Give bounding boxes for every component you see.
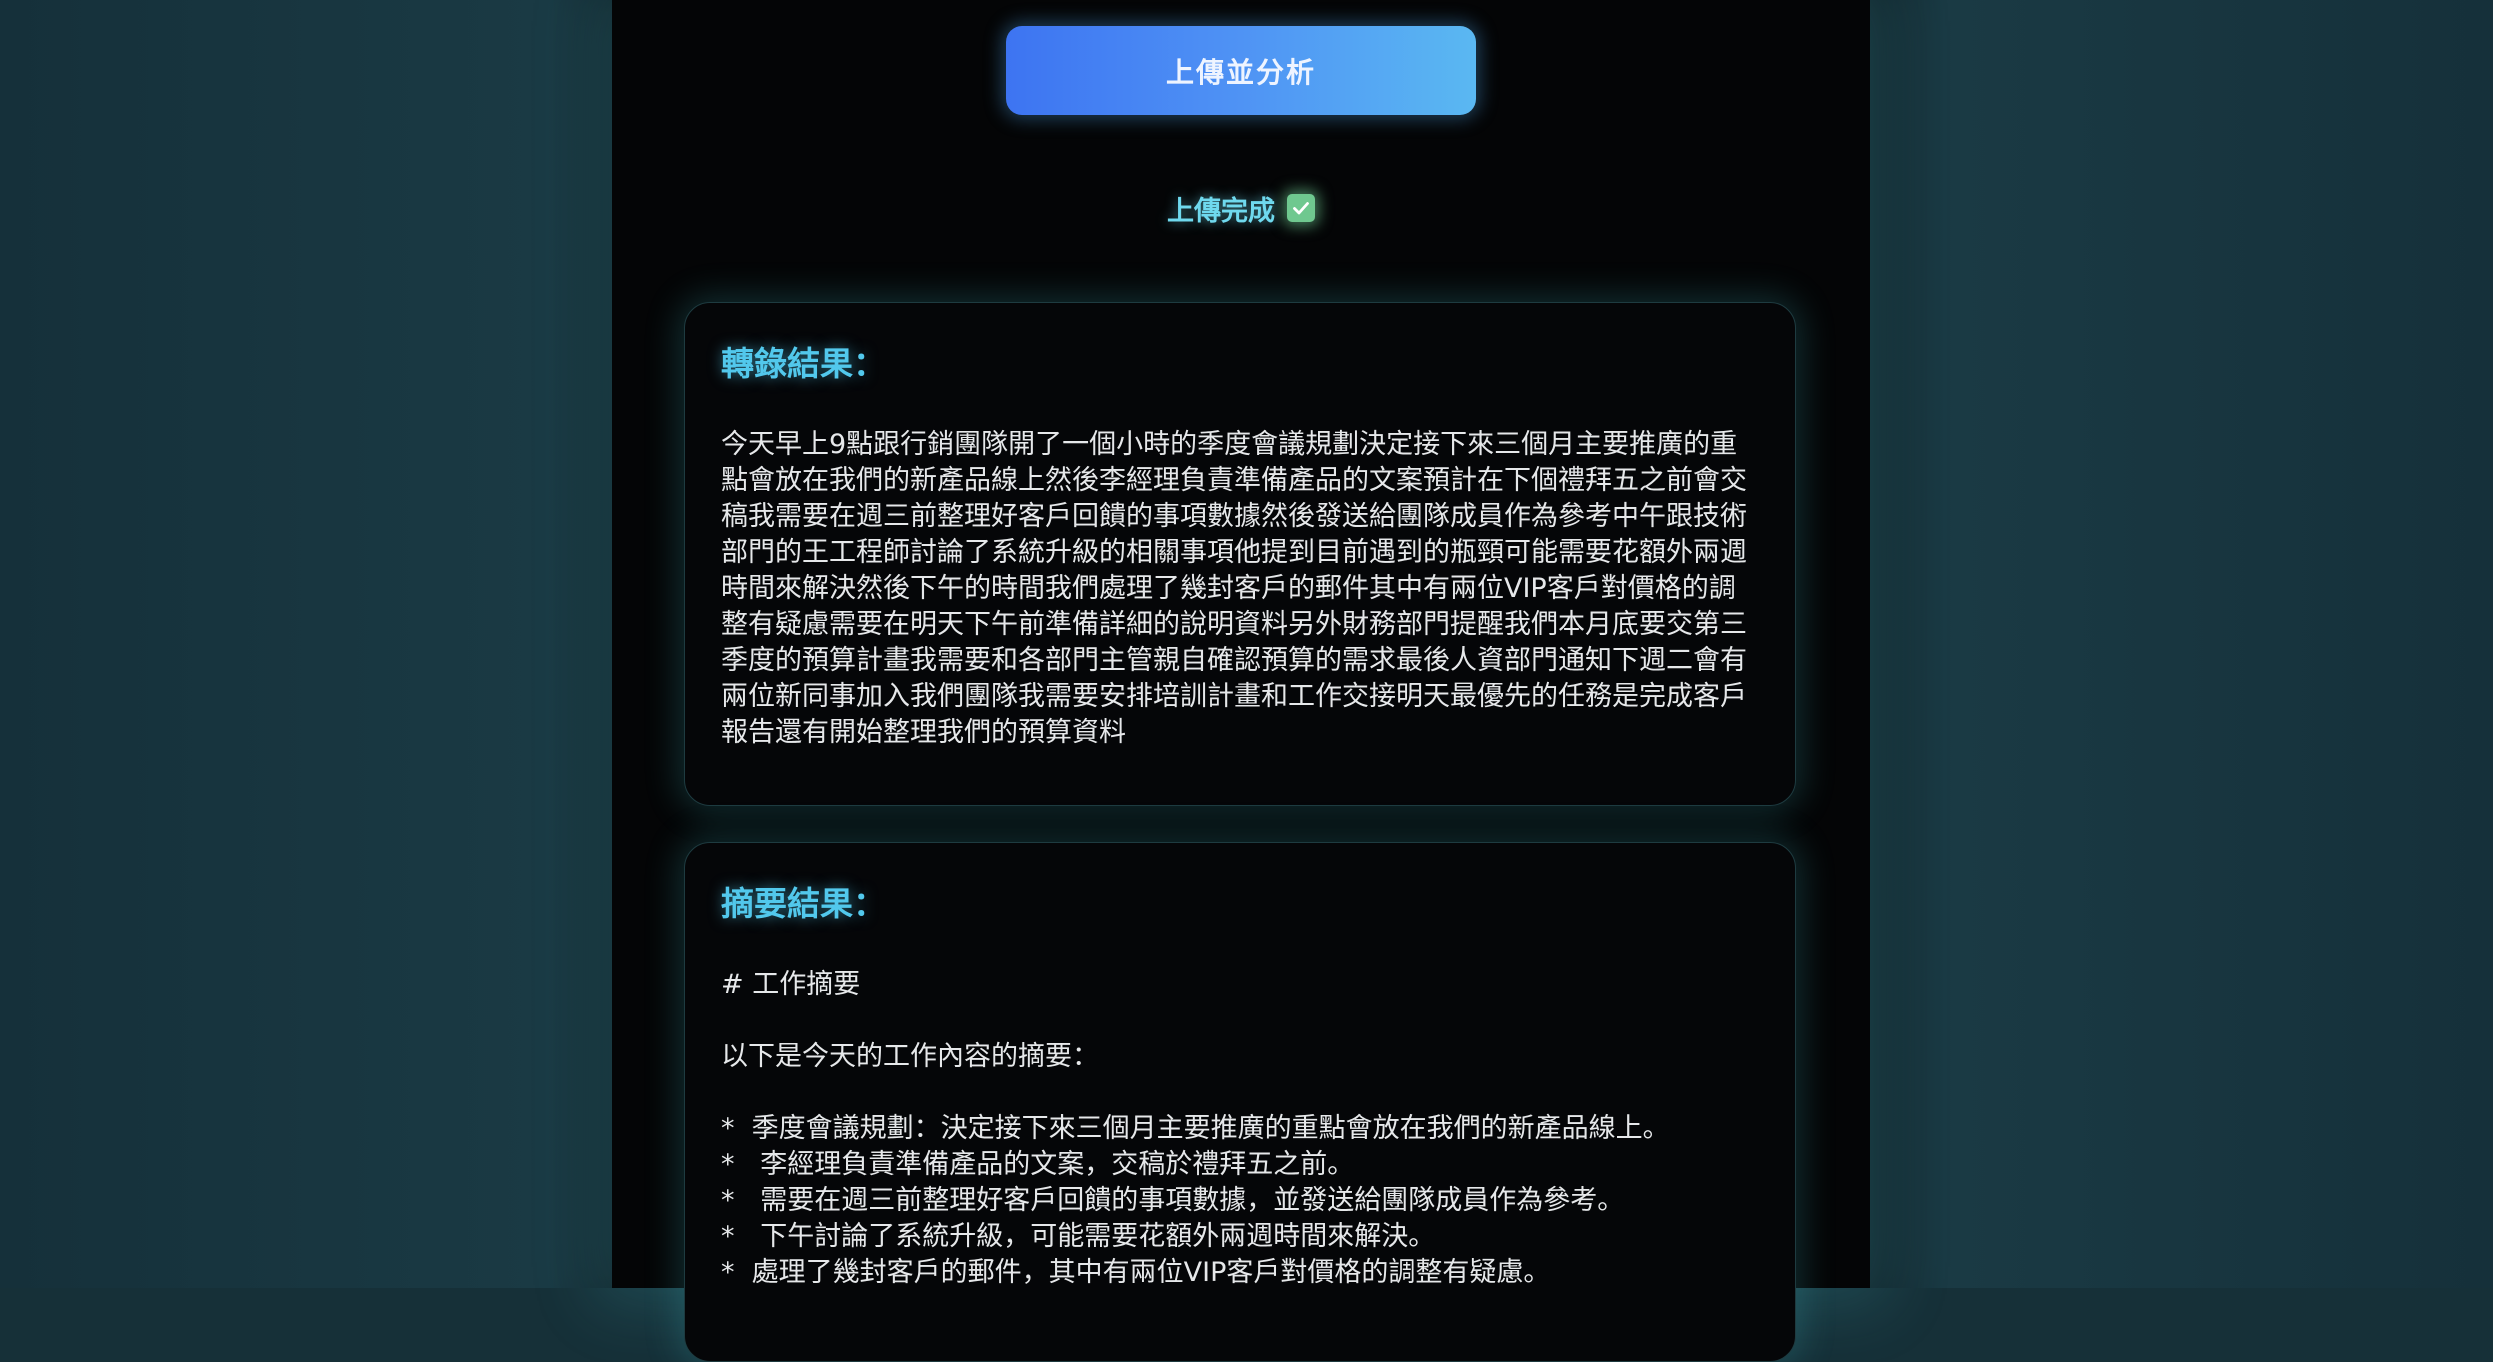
summary-content: # 工作摘要 以下是今天的工作內容的摘要： * 季度會議規劃：決定接下來三個月主… bbox=[721, 967, 1759, 1291]
summary-card: 摘要結果： # 工作摘要 以下是今天的工作內容的摘要： * 季度會議規劃：決定接… bbox=[684, 842, 1796, 1362]
summary-intro: 以下是今天的工作內容的摘要： bbox=[721, 1041, 1099, 1072]
summary-heading: # 工作摘要 bbox=[721, 969, 861, 1000]
upload-analyze-button[interactable]: 上傳並分析 bbox=[1006, 26, 1476, 115]
summary-title: 摘要結果： bbox=[721, 884, 886, 923]
upload-status: 上傳完成 bbox=[612, 188, 1870, 228]
transcript-text: 今天早上9點跟行銷團隊開了一個小時的季度會議規劃決定接下來三個月主要推廣的重點會… bbox=[721, 429, 1747, 748]
main-panel: 上傳並分析 上傳完成 轉錄結果： 今天早上9點跟行銷團隊開了一個小時的季度會議規… bbox=[612, 0, 1870, 1362]
transcript-title: 轉錄結果： bbox=[721, 344, 886, 383]
summary-list-item: * 下午討論了系統升級，可能需要花額外兩週時間來解決。 bbox=[721, 1221, 1436, 1252]
transcript-card: 轉錄結果： 今天早上9點跟行銷團隊開了一個小時的季度會議規劃決定接下來三個月主要… bbox=[684, 302, 1796, 806]
upload-status-text: 上傳完成 bbox=[1167, 195, 1275, 227]
summary-list-item: * 李經理負責準備產品的文案，交稿於禮拜五之前。 bbox=[721, 1149, 1355, 1180]
summary-list-item: * 季度會議規劃：決定接下來三個月主要推廣的重點會放在我們的新產品線上。 bbox=[721, 1113, 1670, 1144]
check-box-icon bbox=[1287, 194, 1315, 222]
summary-list-item: * 需要在週三前整理好客戶回饋的事項數據，並發送給團隊成員作為參考。 bbox=[721, 1185, 1625, 1216]
summary-list-item: * 處理了幾封客戶的郵件，其中有兩位VIP客戶對價格的調整有疑慮。 bbox=[721, 1257, 1551, 1288]
